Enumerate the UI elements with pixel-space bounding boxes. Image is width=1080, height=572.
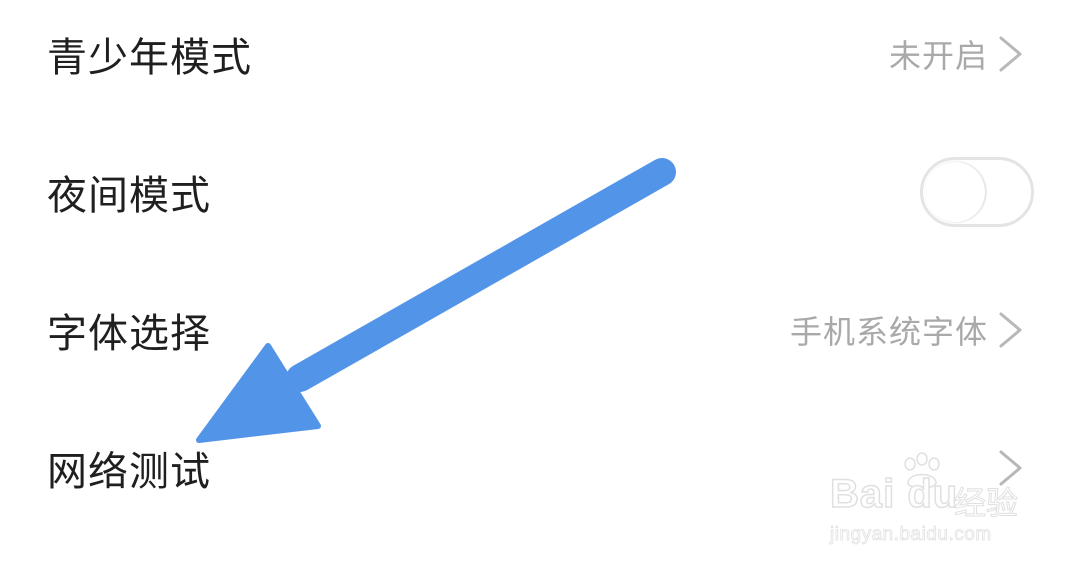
- chevron-right-icon: [999, 36, 1022, 72]
- watermark-product: 经验: [953, 484, 1019, 523]
- toggle-knob: [925, 162, 985, 222]
- watermark-url: jingyan.baidu.com: [830, 524, 992, 546]
- youth-mode-value: 未开启: [888, 37, 988, 75]
- night-mode-label: 夜间模式: [47, 173, 211, 219]
- font-select-right: 手机系统字体: [790, 307, 1024, 353]
- watermark-brand: Bai du: [829, 471, 959, 517]
- night-mode-toggle[interactable]: [920, 157, 1034, 227]
- settings-row-font-select[interactable]: 字体选择 手机系统字体: [0, 261, 1080, 399]
- font-select-value: 手机系统字体: [789, 313, 988, 351]
- chevron-right-icon: [999, 312, 1022, 348]
- network-test-label: 网络测试: [47, 449, 211, 495]
- settings-row-night-mode: 夜间模式: [0, 123, 1080, 261]
- font-select-label: 字体选择: [47, 311, 211, 357]
- settings-row-youth-mode[interactable]: 青少年模式 未开启: [0, 0, 1080, 123]
- youth-mode-label: 青少年模式: [47, 35, 252, 81]
- baidu-jingyan-watermark: Bai du 经验 jingyan.baidu.com: [826, 452, 1026, 554]
- youth-mode-right: 未开启: [889, 31, 1024, 77]
